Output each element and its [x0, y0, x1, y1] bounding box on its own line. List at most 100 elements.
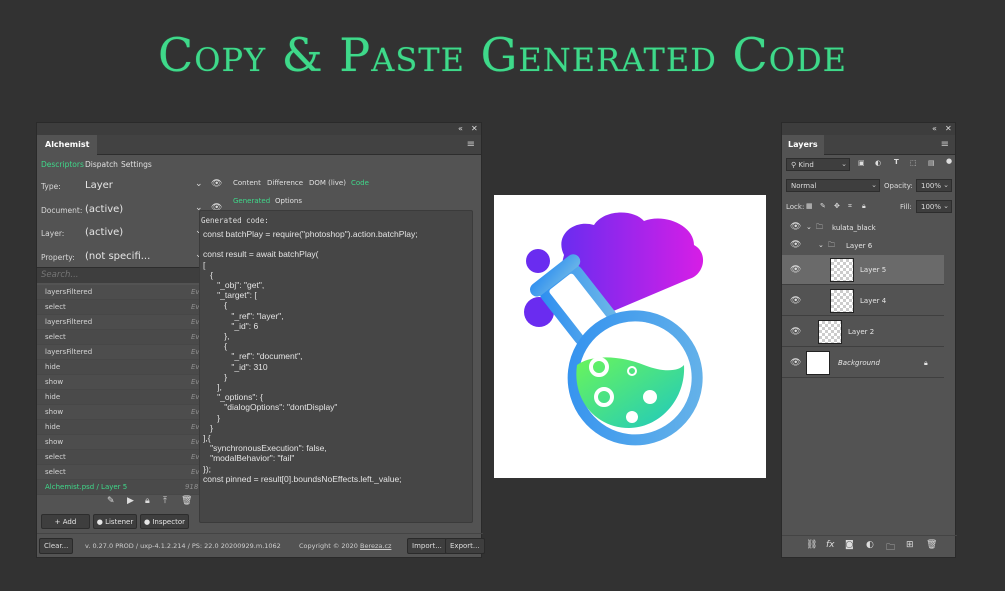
listener-label: Listener — [105, 518, 134, 526]
layer-background[interactable]: 👁 Background 🔒︎ — [782, 348, 944, 378]
kind-filter[interactable]: ⚲ Kind ⌄ — [786, 158, 850, 171]
lock-image-icon[interactable]: ✎ — [820, 202, 826, 210]
list-item[interactable]: hideEvent — [37, 390, 217, 405]
import-button[interactable]: Import... — [407, 538, 447, 554]
trash-icon[interactable]: 🗑︎ — [926, 540, 937, 550]
collapse-icon[interactable]: « — [458, 124, 463, 133]
eye-icon[interactable]: 👁 — [790, 327, 801, 337]
list-item[interactable]: hideEvent — [37, 420, 217, 435]
bubble-small — [526, 249, 550, 273]
play-icon[interactable]: ▶ — [127, 496, 134, 506]
tab-code[interactable]: Code — [351, 179, 369, 187]
list-item[interactable]: layersFilteredEvent — [37, 285, 217, 300]
chevron-down-icon: ⌄ — [871, 181, 877, 189]
layer-group-layer-6[interactable]: 👁 ⌄ 🗀 Layer 6 — [782, 237, 944, 255]
export-button[interactable]: Export... — [445, 538, 485, 554]
lock-artboard-icon[interactable]: ⌗ — [848, 202, 852, 211]
alchemist-footer: Clear... v. 0.27.0 PROD / uxp-4.1.2.214 … — [37, 533, 485, 557]
listener-button[interactable]: ● Listener — [93, 514, 137, 529]
event-name: layersFiltered — [45, 348, 93, 356]
version-text: v. 0.27.0 PROD / uxp-4.1.2.214 / PS: 22.… — [85, 542, 281, 550]
filter-label: Document: — [41, 206, 83, 215]
tab-options[interactable]: Options — [275, 197, 302, 205]
list-item[interactable]: selectEvent — [37, 330, 217, 345]
mask-icon[interactable]: ◙ — [845, 540, 854, 550]
layer-group-kulata-black[interactable]: 👁 ⌄ 🗀 kulata_black — [782, 219, 944, 237]
list-item[interactable]: hideEvent — [37, 360, 217, 375]
pencil-icon[interactable]: ✎ — [107, 496, 115, 506]
trash-icon[interactable]: 🗑︎ — [181, 496, 192, 506]
adjustment-layer-icon[interactable]: ◐ — [866, 540, 874, 550]
list-item[interactable]: showEvent — [37, 375, 217, 390]
chevron-down-icon[interactable]: ⌄ — [806, 223, 812, 231]
filter-value: (active) — [85, 204, 124, 215]
main-tabs: Descriptors Dispatch Settings — [37, 156, 483, 174]
eye-icon[interactable]: 👁 — [790, 265, 801, 275]
generated-code[interactable]: const batchPlay = require("photoshop").a… — [203, 229, 475, 484]
link-icon[interactable]: ⛓ — [806, 540, 817, 550]
close-icon[interactable]: ✕ — [945, 124, 952, 133]
tab-descriptors[interactable]: Descriptors — [41, 160, 84, 169]
layer-layer-4[interactable]: 👁 Layer 4 — [782, 286, 944, 316]
event-name: show — [45, 438, 64, 446]
tab-settings[interactable]: Settings — [121, 160, 152, 169]
chevron-down-icon[interactable]: ⌄ — [818, 241, 824, 249]
list-item[interactable]: layersFilteredEvent — [37, 345, 217, 360]
event-name: hide — [45, 363, 61, 371]
tab-generated[interactable]: Generated — [233, 197, 270, 205]
fx-icon[interactable]: fx — [826, 540, 835, 550]
author-link-text: Bereza.cz — [360, 542, 392, 550]
list-item[interactable]: showEvent — [37, 435, 217, 450]
chevron-down-icon[interactable]: ⌄ — [195, 179, 203, 189]
type-filter-icon[interactable]: T — [894, 158, 899, 166]
lock-icon[interactable]: 🔒︎ — [145, 496, 150, 506]
search-input[interactable] — [37, 268, 217, 282]
smart-object-filter-icon[interactable]: ▤ — [928, 159, 935, 167]
list-item[interactable]: showEvent — [37, 405, 217, 420]
lock-transparent-icon[interactable]: ▦ — [806, 202, 813, 210]
eye-icon[interactable]: 👁 — [790, 240, 801, 250]
list-item[interactable]: selectEvent — [37, 300, 217, 315]
inspector-button[interactable]: ● Inspector — [140, 514, 189, 529]
new-layer-icon[interactable]: ⊞ — [906, 540, 914, 550]
filter-type[interactable]: Type: Layer ⌄ 👁 — [37, 175, 227, 197]
close-icon[interactable]: ✕ — [471, 124, 478, 133]
layer-name: Layer 4 — [860, 297, 887, 305]
collapse-icon[interactable]: « — [932, 124, 937, 133]
event-name: select — [45, 453, 66, 461]
fill-input[interactable]: 100% ⌄ — [916, 200, 952, 213]
menu-icon[interactable]: ≡ — [467, 139, 475, 150]
tab-dom-live[interactable]: DOM (live) — [309, 179, 346, 187]
clear-button[interactable]: Clear... — [39, 538, 74, 554]
tab-difference[interactable]: Difference — [267, 179, 303, 187]
lock-all-icon[interactable]: 🔒︎ — [862, 202, 866, 211]
list-item[interactable]: selectEvent — [37, 465, 217, 480]
new-group-icon[interactable]: 🗀 — [886, 540, 895, 556]
panel-tab-bar: Layers ≡ — [782, 135, 955, 155]
tab-alchemist[interactable]: Alchemist — [37, 135, 98, 155]
adjustment-filter-icon[interactable]: ◐ — [875, 159, 881, 167]
eye-icon[interactable]: 👁 — [790, 296, 801, 306]
menu-icon[interactable]: ≡ — [941, 139, 949, 150]
author-link[interactable]: Bereza.cz — [360, 542, 391, 550]
lock-position-icon[interactable]: ✥ — [834, 202, 840, 210]
list-item[interactable]: selectEvent — [37, 450, 217, 465]
chevron-down-icon: ⌄ — [841, 160, 847, 168]
image-filter-icon[interactable]: ▣ — [858, 159, 865, 167]
layer-layer-5[interactable]: 👁 Layer 5 — [782, 255, 944, 285]
shape-filter-icon[interactable]: ⬚ — [910, 159, 917, 167]
eye-icon[interactable]: 👁 — [790, 358, 801, 368]
tab-layers[interactable]: Layers — [782, 135, 824, 155]
tab-dispatch[interactable]: Dispatch — [85, 160, 118, 169]
opacity-input[interactable]: 100% ⌄ — [916, 179, 952, 192]
pin-icon[interactable]: ⤒ — [163, 496, 167, 506]
add-button[interactable]: + Add — [41, 514, 90, 529]
filter-toggle-icon[interactable]: ● — [946, 157, 952, 165]
blend-mode-select[interactable]: Normal ⌄ — [786, 179, 880, 192]
eye-icon[interactable]: 👁 — [211, 179, 222, 189]
tab-content[interactable]: Content — [233, 179, 261, 187]
list-item-selected[interactable]: Alchemist.psd / Layer 5 918 ms — [37, 480, 217, 495]
list-item[interactable]: layersFilteredEvent — [37, 315, 217, 330]
eye-icon[interactable]: 👁 — [790, 222, 801, 232]
layer-layer-2[interactable]: 👁 Layer 2 — [782, 317, 944, 347]
